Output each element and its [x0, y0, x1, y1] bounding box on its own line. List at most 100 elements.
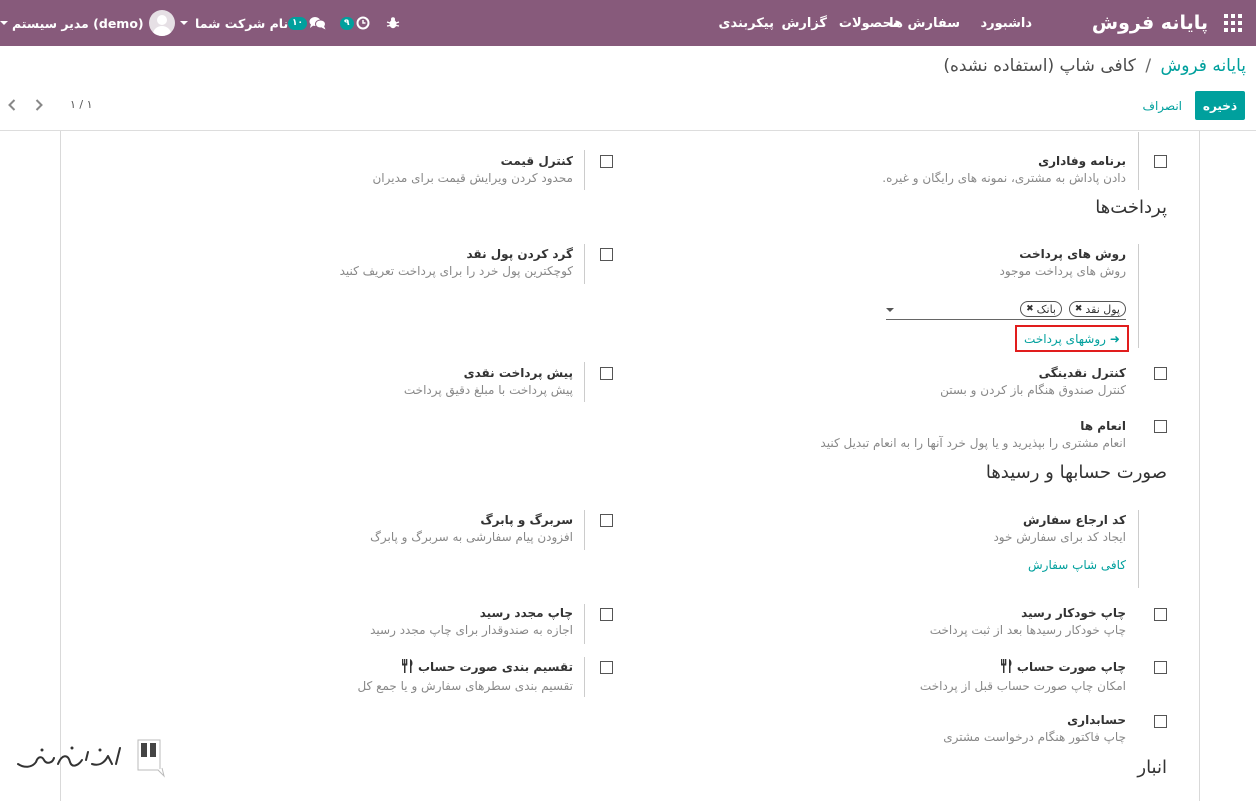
reprint-desc: اجازه به صندوقدار برای چاپ مجدد رسید: [370, 623, 573, 637]
pager-previous-icon[interactable]: [4, 96, 20, 114]
order-reference-desc: ایجاد کد برای سفارش خود: [993, 530, 1126, 544]
debug-bug-icon[interactable]: [386, 0, 400, 46]
setting-divider: [584, 657, 585, 697]
invoicing-desc: چاپ فاکتور هنگام درخواست مشتری: [943, 730, 1126, 744]
prefill-cash-checkbox[interactable]: [600, 367, 613, 380]
restaurant-icon: [401, 659, 414, 676]
tag-label: پول نقد: [1085, 302, 1120, 316]
pager-next-icon[interactable]: [31, 96, 47, 114]
menu-configuration[interactable]: پیکربندی: [719, 0, 774, 46]
company-switcher[interactable]: نام شرکت شما: [180, 0, 288, 46]
setting-bill-split: تقسیم بندی صورت حساب تقسیم بندی سطرهای س…: [357, 659, 573, 693]
setting-prefill-cash: پیش پرداخت نقدی پیش پرداخت با مبلغ دقیق …: [404, 366, 573, 397]
bill-split-checkbox[interactable]: [600, 661, 613, 674]
setting-header-footer: سربرگ و پابرگ افزودن پیام سفارشی به سربر…: [370, 513, 573, 544]
setting-loyalty: برنامه وفاداری دادن پاداش به مشتری، نمون…: [882, 154, 1126, 185]
auto-print-desc: چاپ خودکار رسیدها بعد از ثبت پرداخت: [929, 623, 1126, 637]
pager-value[interactable]: ۱ / ۱: [70, 98, 93, 111]
cash-control-desc: کنترل صندوق هنگام باز کردن و بستن: [940, 383, 1126, 397]
setting-bill-print: چاپ صورت حساب امکان چاپ صورت حساب قبل از…: [920, 659, 1126, 693]
setting-tips: انعام ها انعام مشتری را بپذیرید و یا پول…: [820, 419, 1126, 450]
payment-methods-link[interactable]: ➜ روشهای پرداخت: [1015, 325, 1129, 352]
invoicing-checkbox[interactable]: [1154, 715, 1167, 728]
tips-desc: انعام مشتری را بپذیرید و یا پول خرد آنها…: [820, 436, 1126, 450]
reprint-checkbox[interactable]: [600, 608, 613, 621]
setting-divider: [584, 604, 585, 644]
setting-divider: [584, 150, 585, 190]
user-menu[interactable]: مدیر سیستم (demo): [0, 0, 175, 46]
setting-order-reference: کد ارجاع سفارش ایجاد کد برای سفارش خود ک…: [993, 513, 1126, 572]
breadcrumb-current: کافی شاپ (استفاده نشده): [943, 56, 1136, 76]
caret-down-icon: [0, 21, 8, 25]
setting-divider: [584, 362, 585, 402]
payment-methods-title: روش های پرداخت: [1019, 247, 1126, 261]
bill-print-title-text: چاپ صورت حساب: [1016, 660, 1126, 674]
breadcrumb-separator: /: [1145, 56, 1152, 76]
setting-payment-methods: روش های پرداخت روش های پرداخت موجود: [1000, 247, 1127, 278]
cash-rounding-checkbox[interactable]: [600, 248, 613, 261]
bill-print-title: چاپ صورت حساب: [920, 659, 1126, 676]
payment-methods-desc: روش های پرداخت موجود: [999, 264, 1127, 278]
payment-methods-field[interactable]: پول نقد ✖ بانک ✖: [886, 298, 1126, 320]
menu-reporting[interactable]: گزارش: [781, 0, 827, 46]
setting-auto-print: چاپ خودکار رسید چاپ خودکار رسیدها بعد از…: [930, 606, 1126, 637]
loyalty-title: برنامه وفاداری: [1038, 154, 1126, 168]
setting-price-control: کنترل قیمت محدود کردن ویرایش قیمت برای م…: [372, 154, 573, 185]
payment-tag-cash: پول نقد ✖: [1068, 301, 1126, 317]
section-inventory-title: انبار: [1137, 757, 1167, 778]
setting-divider: [1138, 244, 1139, 348]
reprint-title: چاپ مجدد رسید: [479, 606, 573, 620]
caret-down-icon: [180, 21, 188, 25]
tips-title: انعام ها: [1080, 419, 1126, 433]
company-name: نام شرکت شما: [195, 15, 289, 31]
price-control-desc: محدود کردن ویرایش قیمت برای مدیران: [372, 171, 573, 185]
setting-cash-control: کنترل نقدینگی کنترل صندوق هنگام باز کردن…: [940, 366, 1126, 397]
loyalty-desc: دادن پاداش به مشتری، نمونه های رایگان و …: [882, 171, 1126, 185]
menu-dashboard[interactable]: داشبورد: [980, 0, 1032, 46]
tag-remove-icon[interactable]: ✖: [1075, 304, 1083, 314]
auto-print-title: چاپ خودکار رسید: [1021, 606, 1126, 620]
breadcrumb: پایانه فروش / کافی شاپ (استفاده نشده): [943, 56, 1246, 76]
apps-menu-icon[interactable]: [1224, 0, 1244, 46]
menu-products[interactable]: محصولات: [839, 0, 900, 46]
user-name: مدیر سیستم (demo): [12, 15, 144, 31]
bill-split-title-text: تقسیم بندی صورت حساب: [417, 660, 573, 674]
watermark-logo: [12, 734, 168, 778]
clock-icon: [356, 16, 369, 30]
loyalty-checkbox[interactable]: [1154, 155, 1167, 168]
order-reference-title: کد ارجاع سفارش: [1022, 513, 1126, 527]
payment-methods-link-label: روشهای پرداخت: [1024, 331, 1106, 346]
comments-icon: [309, 17, 326, 30]
bill-split-desc: تقسیم بندی سطرهای سفارش و یا جمع کل: [357, 679, 573, 693]
setting-invoicing: حسابداری چاپ فاکتور هنگام درخواست مشتری: [943, 713, 1126, 744]
prefill-cash-title: پیش پرداخت نقدی: [463, 366, 573, 380]
payment-tag-bank: بانک ✖: [1020, 301, 1062, 317]
setting-cash-rounding: گرد کردن پول نقد کوچکترین پول خرد را برا…: [340, 247, 573, 278]
section-payments-title: پرداخت‌ها: [1095, 197, 1167, 218]
cash-rounding-desc: کوچکترین پول خرد را برای پرداخت تعریف کن…: [339, 264, 573, 278]
header-footer-checkbox[interactable]: [600, 514, 613, 527]
setting-divider: [1138, 510, 1139, 588]
tips-checkbox[interactable]: [1154, 420, 1167, 433]
breadcrumb-parent[interactable]: پایانه فروش: [1160, 56, 1246, 76]
discard-button[interactable]: انصراف: [1143, 91, 1182, 120]
messages-menu[interactable]: ۱۰: [288, 0, 326, 46]
invoicing-title: حسابداری: [1067, 713, 1126, 727]
auto-print-checkbox[interactable]: [1154, 608, 1167, 621]
price-control-checkbox[interactable]: [600, 155, 613, 168]
user-avatar: [148, 10, 175, 36]
prefill-cash-desc: پیش پرداخت با مبلغ دقیق پرداخت: [403, 383, 573, 397]
order-reference-link[interactable]: کافی شاپ سفارش: [993, 558, 1126, 572]
tag-remove-icon[interactable]: ✖: [1026, 304, 1034, 314]
activity-count-badge: ۹: [340, 16, 354, 30]
save-button[interactable]: ذخیره: [1195, 91, 1245, 120]
dropdown-caret-icon[interactable]: [886, 308, 894, 312]
cash-control-title: کنترل نقدینگی: [1038, 366, 1126, 380]
top-navbar: پایانه فروش داشبورد سفارش ها محصولات گزا…: [0, 0, 1256, 46]
bill-print-checkbox[interactable]: [1154, 661, 1167, 674]
message-count-badge: ۱۰: [288, 16, 307, 30]
activities-menu[interactable]: ۹: [340, 0, 370, 46]
app-brand[interactable]: پایانه فروش: [1092, 0, 1208, 46]
setting-divider: [1138, 132, 1139, 190]
cash-control-checkbox[interactable]: [1154, 367, 1167, 380]
